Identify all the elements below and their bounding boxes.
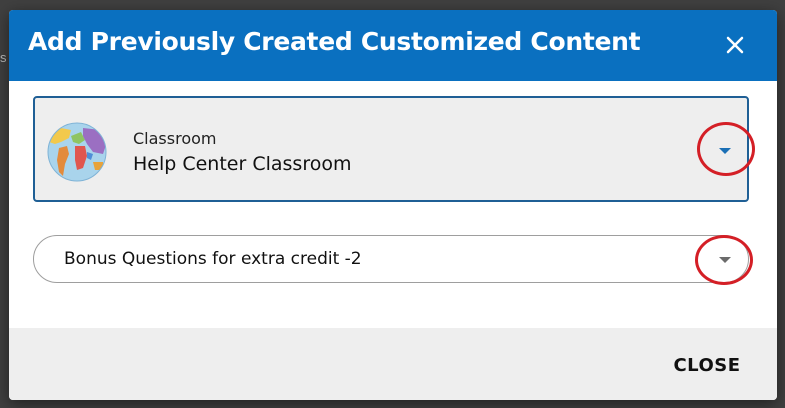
content-select[interactable]: Bonus Questions for extra credit -2 [33, 235, 753, 285]
add-content-dialog: Add Previously Created Customized Conten… [9, 10, 777, 400]
classroom-value: Help Center Classroom [133, 153, 352, 175]
classroom-select[interactable]: Classroom Help Center Classroom [33, 96, 755, 202]
globe-icon [47, 122, 107, 182]
highlight-circle-annotation [697, 122, 755, 176]
dialog-title: Add Previously Created Customized Conten… [28, 27, 641, 56]
dialog-footer: CLOSE [9, 328, 777, 400]
close-button[interactable]: CLOSE [657, 348, 757, 382]
dialog-header: Add Previously Created Customized Conten… [9, 10, 777, 81]
classroom-caption: Classroom [133, 129, 217, 148]
backdrop-partial-text: s [0, 50, 7, 65]
highlight-circle-annotation [695, 235, 753, 285]
close-icon[interactable] [720, 30, 750, 60]
content-value: Bonus Questions for extra credit -2 [64, 249, 362, 269]
